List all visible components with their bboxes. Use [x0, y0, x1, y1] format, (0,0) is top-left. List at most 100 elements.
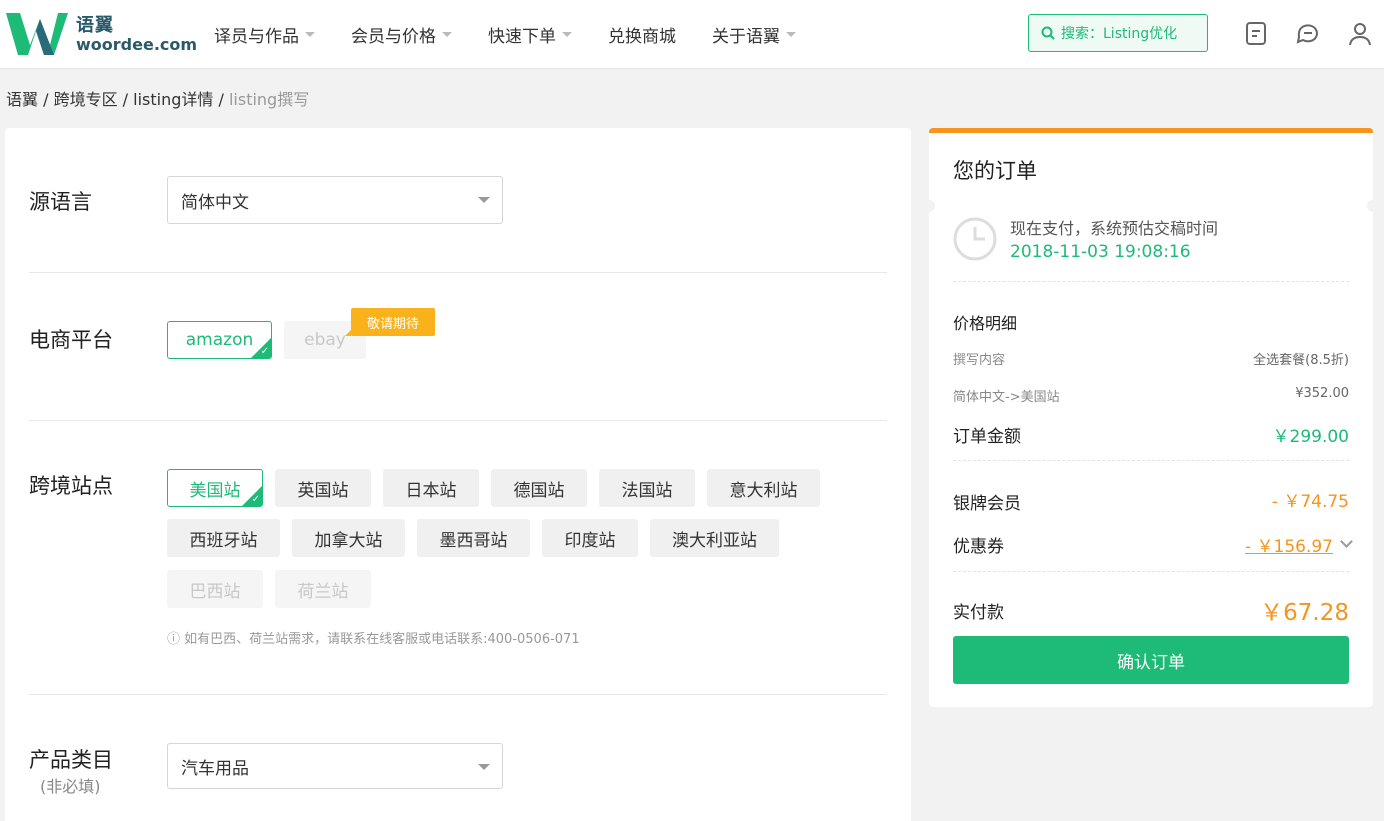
breadcrumb: 语翼 / 跨境专区 / listing详情 / listing撰写: [6, 86, 309, 110]
breadcrumb-home[interactable]: 语翼: [6, 90, 38, 109]
search-icon: [1041, 26, 1055, 40]
logo[interactable]: 语翼 woordee.com: [6, 9, 197, 59]
sites-note: ⓘ 如有巴西、荷兰站需求，请联系在线客服或电话联系:400-0506-071: [167, 632, 580, 647]
nav-membership[interactable]: 会员与价格: [351, 22, 452, 47]
dropdown-arrow-icon: [478, 764, 490, 770]
chevron-down-icon: [442, 32, 452, 37]
check-icon: ✓: [260, 346, 269, 357]
member-label: 银牌会员: [953, 494, 1021, 514]
site-label: 意大利站: [729, 480, 798, 501]
order-amount-value: ￥299.00: [1272, 427, 1349, 447]
site-it[interactable]: 意大利站: [707, 469, 820, 507]
chevron-down-icon: [786, 32, 796, 37]
breadcrumb-crossborder[interactable]: 跨境专区: [54, 90, 118, 109]
site-de[interactable]: 德国站: [491, 469, 587, 507]
site-label: 澳大利亚站: [672, 530, 757, 551]
nav-label: 兑换商城: [608, 27, 676, 47]
message-icon[interactable]: [1295, 20, 1321, 46]
order-form-panel: 源语言 简体中文 电商平台 amazon ✓ ebay 敬请期待 跨境站点 美国…: [5, 128, 911, 821]
site-label: 墨西哥站: [439, 530, 508, 551]
divider: [953, 571, 1349, 572]
site-label: 日本站: [405, 480, 457, 501]
top-header: 语翼 woordee.com 译员与作品 会员与价格 快速下单 兑换商城 关于语…: [0, 0, 1384, 69]
search-label: 搜索：Listing优化: [1061, 26, 1178, 42]
clock-icon: [953, 217, 997, 261]
order-title: 您的订单: [953, 159, 1037, 183]
sites-label: 跨境站点: [29, 474, 113, 498]
nav-label: 快速下单: [488, 27, 556, 47]
breadcrumb-current: listing撰写: [228, 90, 310, 109]
category-label: 产品类目: [29, 748, 113, 772]
platform-ebay-label: ebay: [304, 330, 346, 350]
content-label: 撰写内容: [953, 353, 1006, 368]
divider: [29, 272, 887, 273]
site-label: 巴西站: [189, 581, 241, 602]
document-icon[interactable]: [1243, 20, 1269, 46]
coupon-value[interactable]: - ￥156.97: [1245, 532, 1333, 557]
dropdown-arrow-icon: [478, 197, 490, 203]
site-label: 法国站: [621, 480, 673, 501]
site-fr[interactable]: 法国站: [599, 469, 695, 507]
source-lang-value: 简体中文: [181, 192, 249, 213]
logo-mark-icon: [6, 13, 68, 55]
order-amount-label: 订单金额: [953, 427, 1021, 447]
platform-label: 电商平台: [29, 328, 113, 352]
nav-quick-order[interactable]: 快速下单: [488, 22, 572, 47]
confirm-order-button[interactable]: 确认订单: [953, 636, 1349, 684]
logo-cn-text: 语翼: [76, 15, 114, 36]
breadcrumb-separator: /: [213, 90, 229, 109]
category-value: 汽车用品: [181, 758, 249, 779]
breadcrumb-listing-detail[interactable]: listing详情: [133, 90, 213, 109]
order-summary-panel: 您的订单 现在支付，系统预估交稿时间 2018-11-03 19:08:16 价…: [923, 128, 1379, 707]
breadcrumb-separator: /: [38, 90, 54, 109]
site-label: 加拿大站: [314, 530, 383, 551]
source-lang-label: 源语言: [29, 190, 92, 214]
divider: [953, 281, 1349, 282]
chevron-down-icon[interactable]: [1340, 535, 1353, 548]
chevron-down-icon: [562, 32, 572, 37]
site-mx[interactable]: 墨西哥站: [417, 519, 530, 557]
site-label: 德国站: [513, 480, 565, 501]
notch: [1367, 200, 1379, 212]
user-icon[interactable]: [1347, 20, 1373, 46]
divider: [29, 420, 887, 421]
delivery-time-label: 现在支付，系统预估交稿时间: [1010, 219, 1219, 238]
coming-soon-badge: 敬请期待: [345, 308, 435, 336]
site-nl: 荷兰站: [275, 570, 371, 608]
nav-label: 译员与作品: [214, 27, 299, 47]
site-label: 印度站: [564, 530, 616, 551]
site-in[interactable]: 印度站: [542, 519, 638, 557]
total-label: 实付款: [953, 603, 1004, 623]
lang-pair-label: 简体中文->美国站: [953, 390, 1060, 405]
site-us[interactable]: 美国站 ✓: [167, 469, 263, 507]
lang-pair-price: ¥352.00: [1295, 386, 1349, 401]
total-value: ￥67.28: [1260, 600, 1349, 626]
content-value: 全选套餐(8.5折): [1253, 353, 1349, 368]
source-lang-select[interactable]: 简体中文: [167, 176, 503, 224]
site-label: 荷兰站: [297, 581, 349, 602]
nav-about[interactable]: 关于语翼: [712, 22, 796, 47]
nav-label: 会员与价格: [351, 27, 436, 47]
site-br: 巴西站: [167, 570, 263, 608]
main-nav: 译员与作品 会员与价格 快速下单 兑换商城 关于语翼: [214, 0, 832, 69]
notch: [923, 200, 935, 212]
search-button[interactable]: 搜索：Listing优化: [1028, 14, 1208, 52]
site-ca[interactable]: 加拿大站: [292, 519, 405, 557]
site-label: 英国站: [297, 480, 349, 501]
platform-amazon[interactable]: amazon ✓: [167, 321, 272, 359]
logo-en-text: woordee.com: [76, 35, 198, 54]
category-select[interactable]: 汽车用品: [167, 743, 503, 789]
site-es[interactable]: 西班牙站: [167, 519, 280, 557]
site-uk[interactable]: 英国站: [275, 469, 371, 507]
divider: [29, 694, 887, 695]
site-au[interactable]: 澳大利亚站: [650, 519, 779, 557]
coupon-label: 优惠券: [953, 537, 1004, 557]
delivery-time-value: 2018-11-03 19:08:16: [1010, 242, 1191, 262]
member-discount-value: - ￥74.75: [1271, 492, 1349, 512]
nav-translators[interactable]: 译员与作品: [214, 22, 315, 47]
breadcrumb-separator: /: [117, 90, 134, 109]
site-label: 美国站: [189, 480, 241, 501]
nav-exchange-mall[interactable]: 兑换商城: [608, 22, 676, 47]
site-jp[interactable]: 日本站: [383, 469, 479, 507]
check-icon: ✓: [251, 494, 260, 505]
